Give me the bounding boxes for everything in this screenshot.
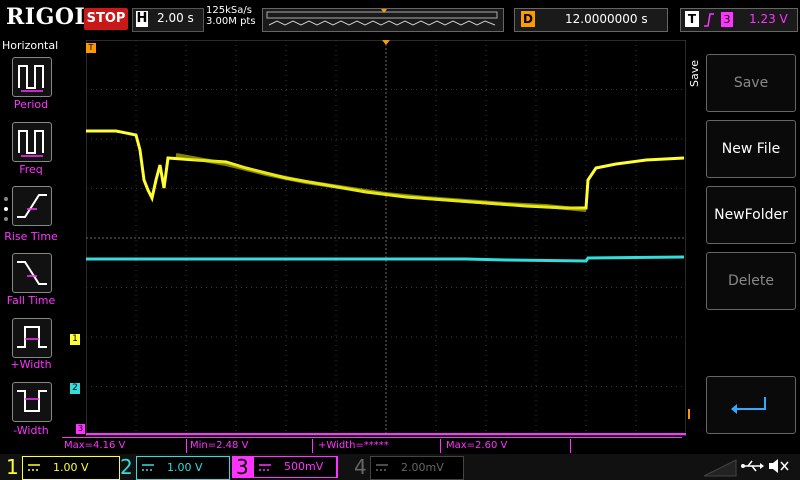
sample-rate: 125kSa/s <box>206 5 252 16</box>
pos-width-button[interactable] <box>12 318 52 358</box>
ch4-number[interactable]: 4 <box>354 454 367 480</box>
usb-icon <box>741 460 764 472</box>
freq-button[interactable] <box>12 122 52 162</box>
rise-time-label: Rise Time <box>4 230 58 243</box>
trigger-box[interactable]: T 3 1.23 V <box>680 8 798 32</box>
menu-page-dots-icon <box>4 197 8 221</box>
delay-label: D <box>521 11 535 27</box>
ch2-scale: 1.00 V <box>167 461 203 474</box>
ch1-number[interactable]: 1 <box>6 454 19 480</box>
measurement-item[interactable]: +Width=***** <box>316 439 441 453</box>
timebase-value: 2.00 s <box>157 11 194 25</box>
memory-depth: 3.00M pts <box>206 16 256 27</box>
period-button[interactable] <box>12 57 52 97</box>
fall-time-button[interactable] <box>12 253 52 293</box>
menu-title: Horizontal <box>2 39 59 52</box>
horizontal-label: H <box>136 11 148 27</box>
acquisition-info: 125kSa/s 3.00M pts <box>206 5 256 27</box>
new-folder-button[interactable]: NewFolder <box>706 186 796 244</box>
trigger-source: 3 <box>721 12 733 27</box>
measurement-item[interactable]: Min=2.48 V <box>188 439 313 453</box>
neg-width-button[interactable] <box>12 382 52 422</box>
pos-width-label: +Width <box>10 358 52 371</box>
rise-time-button[interactable] <box>12 186 52 226</box>
measurement-item[interactable]: Max=4.16 V <box>62 439 187 453</box>
memory-overview-strip[interactable] <box>262 8 504 32</box>
ch4-scale-box[interactable]: 2.00mV <box>370 456 464 480</box>
delay-box[interactable]: D 12.0000000 s <box>514 8 668 32</box>
measurement-bar: Max=4.16 V Min=2.48 V +Width=***** Max=2… <box>62 437 682 454</box>
trigger-edge-icon <box>704 13 714 27</box>
menu-arrow-icon[interactable] <box>700 456 740 478</box>
save-button[interactable]: Save <box>706 54 796 112</box>
period-label: Period <box>13 98 49 111</box>
ch3-number: 3 <box>236 455 249 479</box>
save-menu-title: Save <box>688 60 701 88</box>
fall-time-label: Fall Time <box>6 294 56 307</box>
period-icon <box>18 65 44 92</box>
enter-button[interactable] <box>706 376 796 434</box>
neg-width-icon <box>17 390 47 412</box>
ch2-scale-box[interactable]: 1.00 V <box>136 456 230 480</box>
trigger-position-marker[interactable]: T <box>86 43 96 53</box>
dc-coupling-icon <box>376 464 388 471</box>
fall-time-icon <box>17 261 47 285</box>
dc-coupling-icon <box>259 464 271 471</box>
measurement-item[interactable]: Max=2.60 V <box>444 439 571 453</box>
waveform-display[interactable] <box>86 40 686 436</box>
dc-coupling-icon <box>142 464 154 471</box>
brand-logo: RIGOL <box>6 4 91 30</box>
ch1-scale-box[interactable]: 1.00 V <box>22 456 120 480</box>
ch1-scale: 1.00 V <box>53 461 89 474</box>
ch2-offset-marker[interactable]: 2 <box>70 383 80 394</box>
ch3-scale: 500mV <box>284 460 324 473</box>
trigger-level: 1.23 V <box>749 12 788 26</box>
enter-icon <box>731 397 766 414</box>
pos-width-icon <box>17 326 47 348</box>
delay-value: 12.0000000 s <box>565 12 648 26</box>
trigger-label: T <box>685 11 699 27</box>
timebase-box[interactable]: H 2.00 s <box>132 8 204 32</box>
new-file-button[interactable]: New File <box>706 120 796 178</box>
rise-time-icon <box>17 194 47 218</box>
speaker-muted-icon[interactable] <box>766 456 790 476</box>
ch1-offset-marker[interactable]: 1 <box>70 334 80 345</box>
memory-waveform-icon <box>266 9 498 26</box>
freq-label: Freq <box>19 163 43 176</box>
freq-icon <box>18 130 44 157</box>
ch3-active-box[interactable]: 3 500mV <box>232 456 338 478</box>
ch3-offset-marker[interactable]: 3 <box>76 424 85 434</box>
dc-coupling-icon <box>28 464 40 471</box>
run-stop-indicator[interactable]: STOP <box>84 8 128 30</box>
ch2-number[interactable]: 2 <box>120 454 133 480</box>
delete-button[interactable]: Delete <box>706 252 796 310</box>
neg-width-label: -Width <box>13 424 49 437</box>
ch4-scale: 2.00mV <box>401 461 444 474</box>
